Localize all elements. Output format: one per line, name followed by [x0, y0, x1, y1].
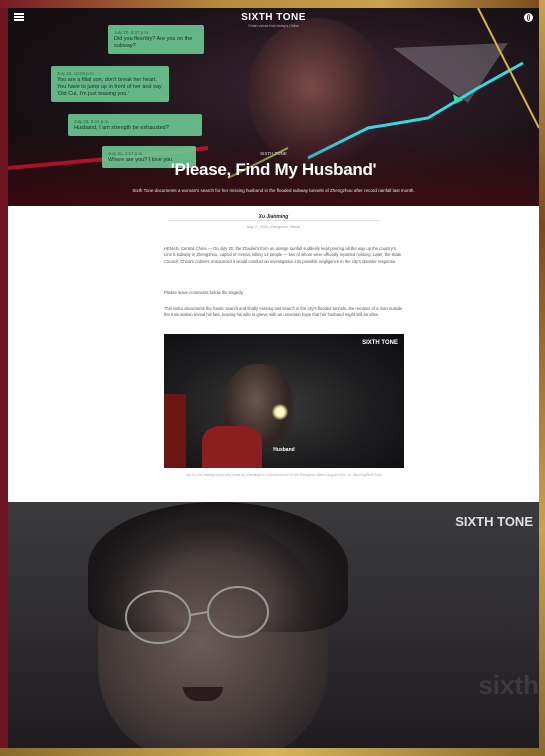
- chat-text: Husband, I am strength be exhausted?: [74, 125, 169, 131]
- chat-text: Did you flee/dry? Are you on the subway?: [114, 36, 193, 49]
- video-credit: Wu Lu, the missing man's wife, holds up …: [186, 473, 382, 477]
- chat-text: You are a filial son, don't break her he…: [57, 77, 162, 97]
- video-player[interactable]: SIXTH TONE Husband: [164, 334, 404, 468]
- article-paragraph: Please leave comments below the tragedy.: [164, 290, 244, 295]
- decorative-frame-top: [0, 0, 545, 8]
- video-subtitle: Husband: [273, 447, 295, 453]
- decorative-frame-right: [539, 0, 545, 756]
- video-watermark: SIXTH TONE: [362, 340, 398, 346]
- byline-divider: [168, 220, 380, 221]
- site-tagline: Fresh voices from today's China: [248, 24, 299, 28]
- article-paragraph: This video documents the frantic search …: [164, 306, 403, 318]
- chat-bubble: July 26, 8:24 p.m. Husband, I am strengt…: [68, 114, 202, 136]
- chat-timestamp: July 20, 8:37 p.m.: [114, 30, 150, 35]
- author-name[interactable]: Xu Jianming: [254, 214, 293, 220]
- article-paragraph: HENAN, Central China — On July 20, the Z…: [164, 246, 402, 264]
- frame-watermark-faint: sixth: [478, 670, 539, 700]
- video-figure-background: [164, 394, 186, 468]
- article-title: 'Please, Find My Husband': [170, 160, 377, 179]
- language-globe-icon[interactable]: [524, 13, 533, 22]
- chat-bubble: July 20, 10:00 p.m. You are a filial son…: [51, 66, 169, 102]
- publish-date: Aug 17, 2021 | Zhengzhou, Henan: [246, 225, 301, 229]
- frame-watermark: SIXTH TONE: [455, 514, 533, 529]
- chat-bubble: July 20, 8:37 p.m. Did you flee/dry? Are…: [108, 25, 204, 54]
- article-category[interactable]: SIXTH TONE: [8, 151, 539, 156]
- article-subtitle: Sixth Tone documents a woman's search fo…: [132, 188, 415, 193]
- hero-banner: SIXTH TONE Fresh voices from today's Chi…: [8, 8, 539, 206]
- glasses-shape: [125, 586, 269, 644]
- chat-timestamp: July 26, 8:24 p.m.: [74, 119, 110, 124]
- article-body: Xu Jianming Aug 17, 2021 | Zhengzhou, He…: [8, 206, 539, 502]
- flashlight-glow: [272, 404, 288, 420]
- full-bleed-video-frame[interactable]: SIXTH TONE sixth: [8, 502, 539, 748]
- decorative-frame-bottom: [0, 748, 545, 756]
- chat-timestamp: July 20, 10:00 p.m.: [57, 71, 96, 76]
- article-page: SIXTH TONE Fresh voices from today's Chi…: [8, 8, 539, 748]
- frame-watermark-text: SIXTH TONE: [455, 514, 533, 529]
- author-byline[interactable]: Xu Jianming: [8, 214, 539, 220]
- site-logo[interactable]: SIXTH TONE: [8, 12, 539, 23]
